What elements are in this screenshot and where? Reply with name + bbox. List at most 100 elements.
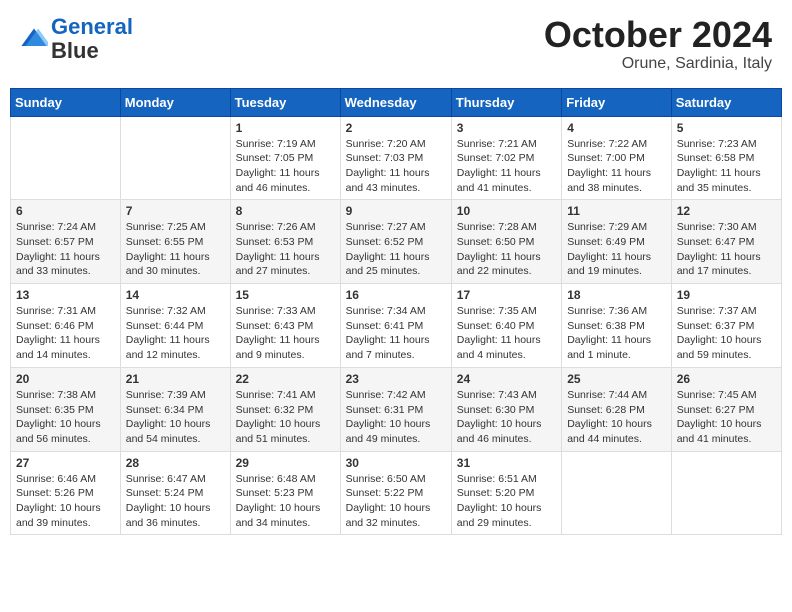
calendar-cell: 31 Sunrise: 6:51 AMSunset: 5:20 PMDayligh…	[451, 451, 561, 535]
calendar-cell: 4 Sunrise: 7:22 AMSunset: 7:00 PMDaylight…	[562, 116, 672, 200]
calendar-cell: 27 Sunrise: 6:46 AMSunset: 5:26 PMDayligh…	[11, 451, 121, 535]
day-info: Sunrise: 6:47 AMSunset: 5:24 PMDaylight:…	[126, 472, 225, 531]
calendar-cell: 26Sunrise: 7:45 AMSunset: 6:27 PMDayligh…	[671, 367, 781, 451]
calendar-cell: 23Sunrise: 7:42 AMSunset: 6:31 PMDayligh…	[340, 367, 451, 451]
day-number: 22	[236, 372, 335, 386]
day-number: 13	[16, 288, 115, 302]
calendar-cell	[671, 451, 781, 535]
week-row-4: 20Sunrise: 7:38 AMSunset: 6:35 PMDayligh…	[11, 367, 782, 451]
day-number: 12	[677, 204, 776, 218]
day-info: Sunrise: 7:32 AMSunset: 6:44 PMDaylight:…	[126, 304, 225, 363]
day-info: Sunrise: 6:46 AMSunset: 5:26 PMDaylight:…	[16, 472, 115, 531]
day-info: Sunrise: 7:41 AMSunset: 6:32 PMDaylight:…	[236, 388, 335, 447]
month-title: October 2024	[544, 15, 772, 55]
day-info: Sunrise: 7:21 AMSunset: 7:02 PMDaylight:…	[457, 137, 556, 196]
day-info: Sunrise: 7:22 AMSunset: 7:00 PMDaylight:…	[567, 137, 666, 196]
day-info: Sunrise: 7:44 AMSunset: 6:28 PMDaylight:…	[567, 388, 666, 447]
day-number: 8	[236, 204, 335, 218]
weekday-header-thursday: Thursday	[451, 88, 561, 116]
weekday-header-tuesday: Tuesday	[230, 88, 340, 116]
calendar-cell: 12 Sunrise: 7:30 AMSunset: 6:47 PMDayligh…	[671, 200, 781, 284]
day-info: Sunrise: 7:20 AMSunset: 7:03 PMDaylight:…	[346, 137, 446, 196]
title-area: October 2024 Orune, Sardinia, Italy	[544, 15, 772, 73]
week-row-2: 6 Sunrise: 7:24 AMSunset: 6:57 PMDaylight…	[11, 200, 782, 284]
day-number: 1	[236, 121, 335, 135]
calendar-cell: 13Sunrise: 7:31 AMSunset: 6:46 PMDayligh…	[11, 284, 121, 368]
day-info: Sunrise: 7:29 AMSunset: 6:49 PMDaylight:…	[567, 220, 666, 279]
day-info: Sunrise: 7:24 AMSunset: 6:57 PMDaylight:…	[16, 220, 115, 279]
day-info: Sunrise: 7:19 AMSunset: 7:05 PMDaylight:…	[236, 137, 335, 196]
calendar-cell: 11 Sunrise: 7:29 AMSunset: 6:49 PMDayligh…	[562, 200, 672, 284]
day-info: Sunrise: 7:28 AMSunset: 6:50 PMDaylight:…	[457, 220, 556, 279]
day-number: 16	[346, 288, 446, 302]
calendar-cell: 25 Sunrise: 7:44 AMSunset: 6:28 PMDayligh…	[562, 367, 672, 451]
day-number: 25	[567, 372, 666, 386]
calendar-cell: 18Sunrise: 7:36 AMSunset: 6:38 PMDayligh…	[562, 284, 672, 368]
day-info: Sunrise: 7:33 AMSunset: 6:43 PMDaylight:…	[236, 304, 335, 363]
day-info: Sunrise: 7:37 AMSunset: 6:37 PMDaylight:…	[677, 304, 776, 363]
day-number: 7	[126, 204, 225, 218]
day-number: 19	[677, 288, 776, 302]
day-info: Sunrise: 7:30 AMSunset: 6:47 PMDaylight:…	[677, 220, 776, 279]
week-row-5: 27 Sunrise: 6:46 AMSunset: 5:26 PMDayligh…	[11, 451, 782, 535]
calendar-cell: 2Sunrise: 7:20 AMSunset: 7:03 PMDaylight…	[340, 116, 451, 200]
calendar-cell: 28Sunrise: 6:47 AMSunset: 5:24 PMDayligh…	[120, 451, 230, 535]
weekday-header-wednesday: Wednesday	[340, 88, 451, 116]
day-info: Sunrise: 7:38 AMSunset: 6:35 PMDaylight:…	[16, 388, 115, 447]
day-number: 9	[346, 204, 446, 218]
day-number: 15	[236, 288, 335, 302]
day-info: Sunrise: 7:23 AMSunset: 6:58 PMDaylight:…	[677, 137, 776, 196]
calendar-cell	[120, 116, 230, 200]
day-info: Sunrise: 7:43 AMSunset: 6:30 PMDaylight:…	[457, 388, 556, 447]
calendar-cell: 29Sunrise: 6:48 AMSunset: 5:23 PMDayligh…	[230, 451, 340, 535]
day-number: 6	[16, 204, 115, 218]
calendar-cell	[11, 116, 121, 200]
calendar-cell: 10Sunrise: 7:28 AMSunset: 6:50 PMDayligh…	[451, 200, 561, 284]
weekday-header-saturday: Saturday	[671, 88, 781, 116]
calendar-cell: 1 Sunrise: 7:19 AMSunset: 7:05 PMDaylight…	[230, 116, 340, 200]
day-number: 21	[126, 372, 225, 386]
day-number: 24	[457, 372, 556, 386]
calendar-cell: 3 Sunrise: 7:21 AMSunset: 7:02 PMDaylight…	[451, 116, 561, 200]
day-info: Sunrise: 7:25 AMSunset: 6:55 PMDaylight:…	[126, 220, 225, 279]
calendar-cell: 30 Sunrise: 6:50 AMSunset: 5:22 PMDayligh…	[340, 451, 451, 535]
day-info: Sunrise: 6:50 AMSunset: 5:22 PMDaylight:…	[346, 472, 446, 531]
day-number: 11	[567, 204, 666, 218]
weekday-header-monday: Monday	[120, 88, 230, 116]
calendar-cell: 19 Sunrise: 7:37 AMSunset: 6:37 PMDayligh…	[671, 284, 781, 368]
calendar-cell: 16 Sunrise: 7:34 AMSunset: 6:41 PMDayligh…	[340, 284, 451, 368]
day-info: Sunrise: 7:36 AMSunset: 6:38 PMDaylight:…	[567, 304, 666, 363]
calendar-cell	[562, 451, 672, 535]
calendar-table: SundayMondayTuesdayWednesdayThursdayFrid…	[10, 88, 782, 536]
calendar-cell: 8 Sunrise: 7:26 AMSunset: 6:53 PMDaylight…	[230, 200, 340, 284]
logo-blue: Blue	[51, 38, 99, 63]
day-info: Sunrise: 6:48 AMSunset: 5:23 PMDaylight:…	[236, 472, 335, 531]
calendar-cell: 17Sunrise: 7:35 AMSunset: 6:40 PMDayligh…	[451, 284, 561, 368]
calendar-cell: 14Sunrise: 7:32 AMSunset: 6:44 PMDayligh…	[120, 284, 230, 368]
day-info: Sunrise: 6:51 AMSunset: 5:20 PMDaylight:…	[457, 472, 556, 531]
day-number: 4	[567, 121, 666, 135]
calendar-cell: 22 Sunrise: 7:41 AMSunset: 6:32 PMDayligh…	[230, 367, 340, 451]
day-number: 30	[346, 456, 446, 470]
day-number: 31	[457, 456, 556, 470]
weekday-header-row: SundayMondayTuesdayWednesdayThursdayFrid…	[11, 88, 782, 116]
calendar-cell: 7 Sunrise: 7:25 AMSunset: 6:55 PMDaylight…	[120, 200, 230, 284]
day-number: 5	[677, 121, 776, 135]
calendar-cell: 24 Sunrise: 7:43 AMSunset: 6:30 PMDayligh…	[451, 367, 561, 451]
day-info: Sunrise: 7:34 AMSunset: 6:41 PMDaylight:…	[346, 304, 446, 363]
location: Orune, Sardinia, Italy	[544, 55, 772, 73]
calendar-cell: 5 Sunrise: 7:23 AMSunset: 6:58 PMDaylight…	[671, 116, 781, 200]
calendar-cell: 9Sunrise: 7:27 AMSunset: 6:52 PMDaylight…	[340, 200, 451, 284]
day-number: 17	[457, 288, 556, 302]
logo: General Blue	[20, 15, 133, 63]
day-number: 27	[16, 456, 115, 470]
day-number: 23	[346, 372, 446, 386]
day-info: Sunrise: 7:26 AMSunset: 6:53 PMDaylight:…	[236, 220, 335, 279]
logo-icon	[20, 25, 48, 53]
weekday-header-sunday: Sunday	[11, 88, 121, 116]
day-info: Sunrise: 7:45 AMSunset: 6:27 PMDaylight:…	[677, 388, 776, 447]
day-number: 3	[457, 121, 556, 135]
calendar-cell: 21Sunrise: 7:39 AMSunset: 6:34 PMDayligh…	[120, 367, 230, 451]
logo-general: General	[51, 14, 133, 39]
calendar-cell: 15 Sunrise: 7:33 AMSunset: 6:43 PMDayligh…	[230, 284, 340, 368]
